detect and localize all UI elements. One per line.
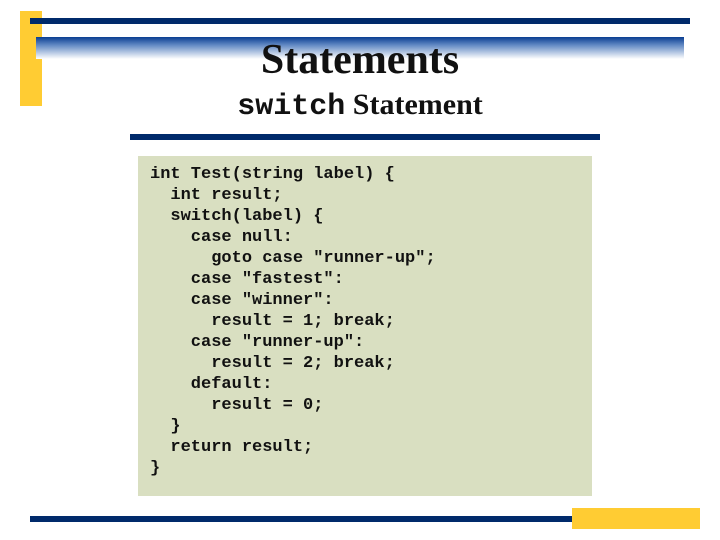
slide: Statements switch Statement int Test(str… xyxy=(0,0,720,540)
code-content: int Test(string label) { int result; swi… xyxy=(150,164,580,479)
top-rule xyxy=(30,18,690,24)
subtitle-rest: Statement xyxy=(345,88,482,121)
subtitle-keyword: switch xyxy=(237,90,345,124)
slide-subtitle: switch Statement xyxy=(0,88,720,124)
subtitle-rule xyxy=(130,134,600,140)
slide-title: Statements xyxy=(0,36,720,84)
code-box: int Test(string label) { int result; swi… xyxy=(138,156,592,496)
accent-bottom-right xyxy=(572,508,700,529)
